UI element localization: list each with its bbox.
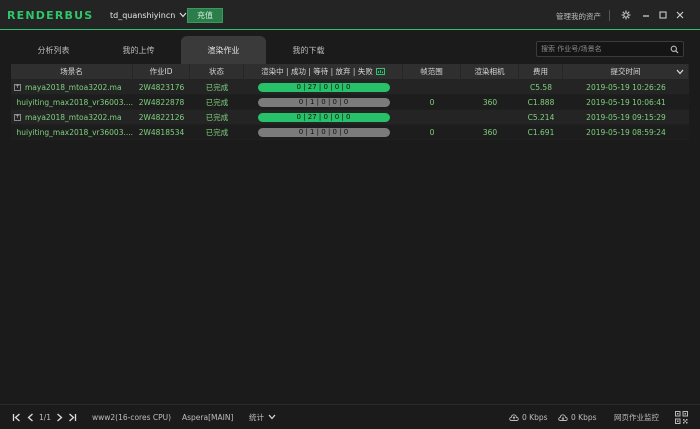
manage-assets-link[interactable]: 管理我的资产 <box>556 9 601 23</box>
table-row[interactable]: huiyiting_max2018_vr36003.... 2W4822878 … <box>11 95 689 110</box>
scene-name: huiyiting_max2018_vr36003.... <box>16 127 134 137</box>
frame-range: 0 <box>429 97 435 107</box>
qr-code-icon[interactable] <box>674 410 688 424</box>
header-cost[interactable]: 费用 <box>519 63 563 80</box>
frame-range: 0 <box>429 127 435 137</box>
render-camera: 360 <box>482 127 498 137</box>
job-id: 2W4822126 <box>138 112 185 122</box>
submit-time: 2019-05-19 09:15:29 <box>586 112 666 122</box>
progress-bar: 0 | 27 | 0 | 0 | 0 <box>257 82 390 92</box>
header-render-camera[interactable]: 渲染相机 <box>461 63 519 80</box>
close-icon[interactable] <box>673 8 687 22</box>
header-submit-time-label: 提交时间 <box>610 67 641 76</box>
submit-time: 2019-05-19 10:26:26 <box>586 82 666 92</box>
last-page-icon[interactable] <box>67 412 77 422</box>
header-scene-name[interactable]: 场景名 <box>11 63 133 80</box>
table-row[interactable]: huiyiting_max2018_vr36003.... 2W4818534 … <box>11 125 689 140</box>
job-cost: C5.58 <box>530 82 552 92</box>
divider <box>609 10 610 21</box>
server-info[interactable]: www2(16-cores CPU) <box>92 411 171 423</box>
status-bar: 1/1 www2(16-cores CPU) Aspera[MAIN] 统计 0… <box>0 404 700 429</box>
scene-name: maya2018_mtoa3202.ma <box>25 82 122 92</box>
header-frame-range[interactable]: 帧范围 <box>403 63 461 80</box>
page-indicator: 1/1 <box>39 412 52 422</box>
job-id: 2W4823176 <box>138 82 185 92</box>
table-header: 场景名 作业ID 状态 渲染中 | 成功 | 等待 | 放弃 | 失败 帧范围 … <box>11 63 689 80</box>
table-row[interactable]: + maya2018_mtoa3202.ma 2W4823176 已完成 0 |… <box>11 80 689 95</box>
tab-render-jobs[interactable]: 渲染作业 <box>181 36 266 64</box>
job-cost: C1.691 <box>527 127 555 137</box>
progress-bar: 0 | 27 | 0 | 0 | 0 <box>257 112 390 122</box>
tab-analysis-list[interactable]: 分析列表 <box>11 36 96 64</box>
job-status: 已完成 <box>205 112 229 122</box>
search-box <box>536 41 684 57</box>
header-progress[interactable]: 渲染中 | 成功 | 等待 | 放弃 | 失败 <box>244 63 403 80</box>
upload-icon <box>509 412 519 422</box>
download-speed: 0 Kbps <box>571 412 597 422</box>
header-status[interactable]: 状态 <box>190 63 244 80</box>
chart-icon[interactable] <box>375 68 385 75</box>
recharge-button[interactable]: 充值 <box>187 8 223 23</box>
user-dropdown[interactable]: td_quanshiyincn <box>110 8 187 22</box>
download-icon <box>558 412 568 422</box>
renderbus-logo: RENDERBUS <box>7 8 94 22</box>
chevron-down-icon[interactable] <box>676 68 684 77</box>
frame-range <box>403 80 461 95</box>
next-page-icon[interactable] <box>54 412 64 422</box>
expand-icon[interactable]: + <box>14 83 21 91</box>
stats-dropdown[interactable]: 统计 <box>249 411 276 423</box>
submit-time: 2019-05-19 08:59:24 <box>586 127 666 137</box>
web-job-monitor-link[interactable]: 网页作业监控 <box>614 411 659 423</box>
job-cost: C5.214 <box>527 112 555 122</box>
job-status: 已完成 <box>205 97 229 107</box>
expand-icon[interactable]: + <box>14 113 21 121</box>
first-page-icon[interactable] <box>11 412 21 422</box>
scene-name: huiyiting_max2018_vr36003.... <box>16 97 134 107</box>
stats-label: 统计 <box>249 412 264 422</box>
progress-bar: 0 | 1 | 0 | 0 | 0 <box>257 97 390 107</box>
frame-range <box>403 110 461 125</box>
main-tabs: 分析列表 我的上传 渲染作业 我的下载 <box>11 36 351 64</box>
job-id: 2W4818534 <box>138 127 185 137</box>
render-camera: 360 <box>482 97 498 107</box>
upload-speed: 0 Kbps <box>522 412 548 422</box>
gear-icon[interactable] <box>619 8 633 22</box>
header-submit-time[interactable]: 提交时间 <box>563 63 689 80</box>
table-row[interactable]: + maya2018_mtoa3202.ma 2W4822126 已完成 0 |… <box>11 110 689 125</box>
title-bar: RENDERBUS td_quanshiyincn 充值 管理我的资产 <box>0 0 700 30</box>
search-input[interactable] <box>541 45 667 53</box>
header-job-id[interactable]: 作业ID <box>133 63 190 80</box>
job-status: 已完成 <box>205 82 229 92</box>
transfer-mode[interactable]: Aspera[MAIN] <box>182 411 233 423</box>
tab-my-downloads[interactable]: 我的下载 <box>266 36 351 64</box>
render-camera <box>461 110 519 125</box>
scene-name: maya2018_mtoa3202.ma <box>25 112 122 122</box>
render-camera <box>461 80 519 95</box>
username: td_quanshiyincn <box>110 10 176 20</box>
job-status: 已完成 <box>205 127 229 137</box>
progress-bar: 0 | 1 | 0 | 0 | 0 <box>257 127 390 137</box>
job-id: 2W4822878 <box>138 97 185 107</box>
job-cost: C1.888 <box>527 97 555 107</box>
header-progress-label: 渲染中 | 成功 | 等待 | 放弃 | 失败 <box>261 67 373 76</box>
maximize-icon[interactable] <box>656 8 670 22</box>
minimize-icon[interactable] <box>639 8 653 22</box>
tab-my-uploads[interactable]: 我的上传 <box>96 36 181 64</box>
chevron-down-icon <box>268 414 276 420</box>
prev-page-icon[interactable] <box>25 412 35 422</box>
search-icon[interactable] <box>670 45 679 54</box>
submit-time: 2019-05-19 10:06:41 <box>586 97 666 107</box>
jobs-table: 场景名 作业ID 状态 渲染中 | 成功 | 等待 | 放弃 | 失败 帧范围 … <box>11 63 689 140</box>
